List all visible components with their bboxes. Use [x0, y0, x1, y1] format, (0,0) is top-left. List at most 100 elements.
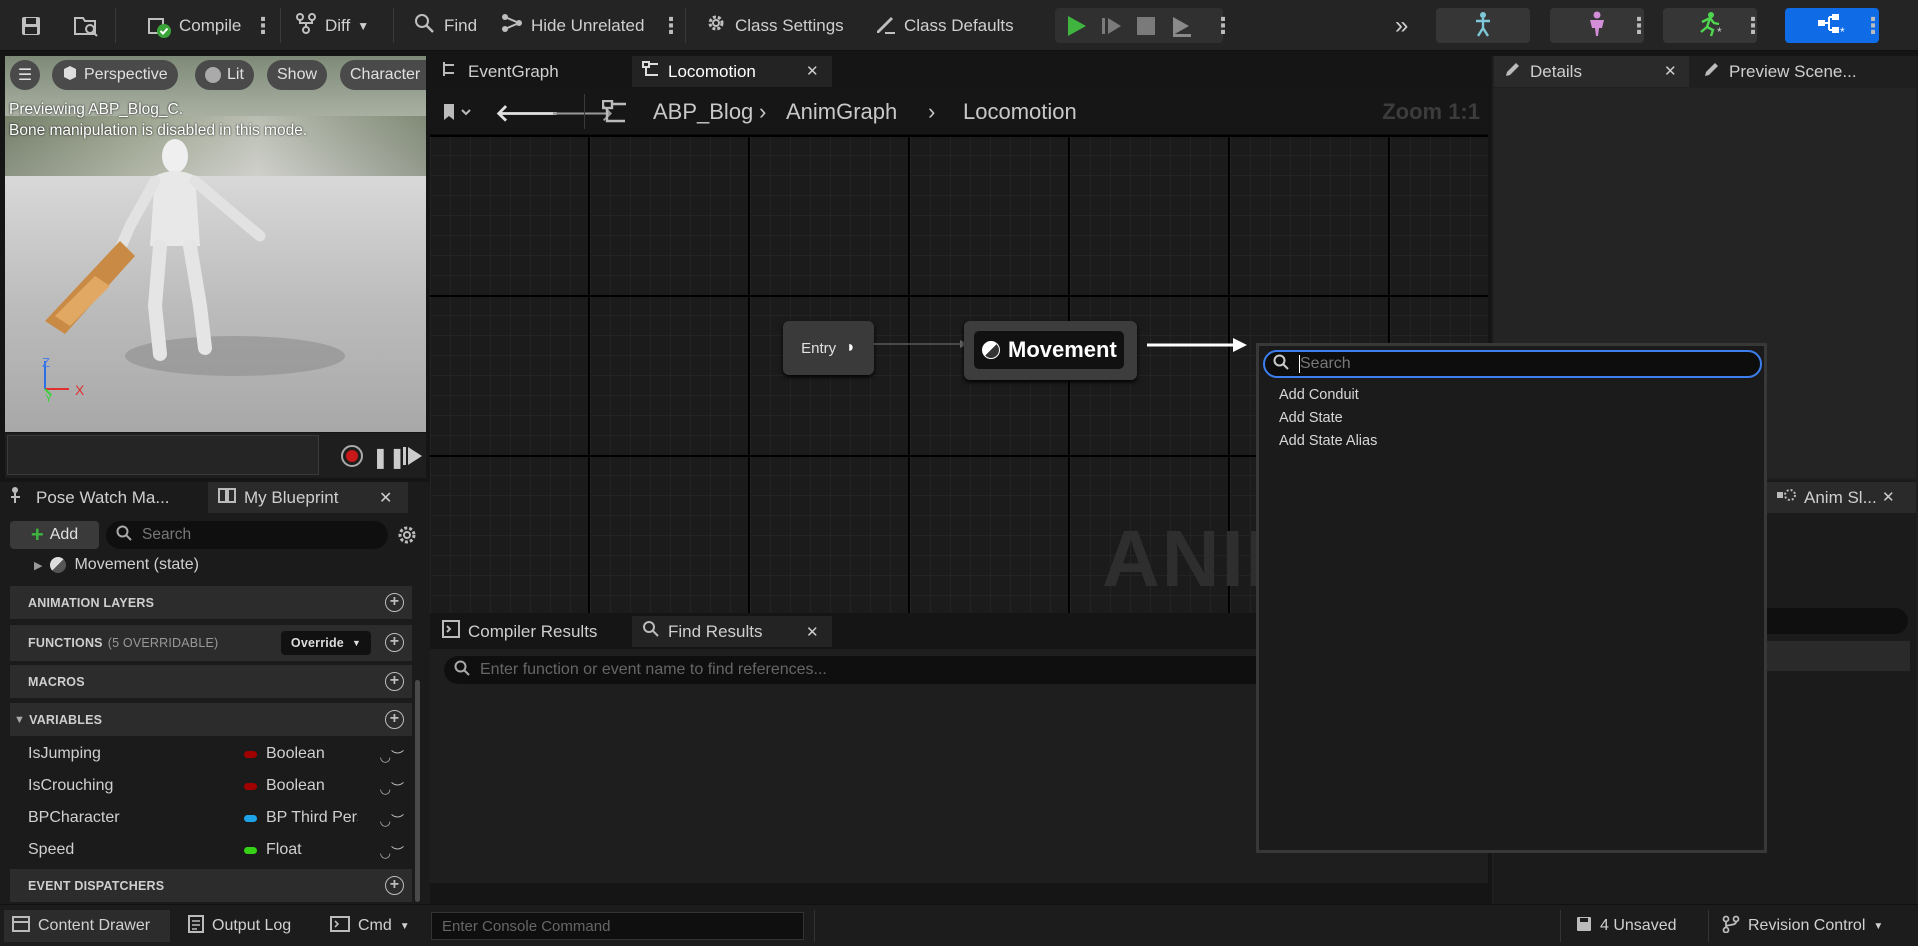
section-macros[interactable]: MACROS + [10, 665, 412, 698]
cube-icon [62, 65, 78, 86]
chevron-down-icon: ▼ [1873, 920, 1884, 932]
lit-button[interactable]: Lit [195, 60, 254, 90]
tab-find-results[interactable]: Find Results [632, 616, 832, 647]
preview-viewport[interactable]: ☰ Perspective Lit Show Character Preview… [5, 56, 426, 432]
add-function-icon[interactable]: + [385, 633, 404, 652]
show-button[interactable]: Show [267, 60, 328, 90]
close-icon[interactable]: ✕ [806, 623, 819, 641]
anim-slot-search-input[interactable] [1752, 608, 1908, 634]
entry-label: Entry [801, 339, 837, 357]
add-macro-icon[interactable]: + [385, 672, 404, 691]
output-log-button[interactable]: Output Log [180, 910, 312, 942]
hide-unrelated-label: Hide Unrelated [531, 15, 645, 35]
content-drawer-button[interactable]: Content Drawer [4, 910, 170, 942]
step-icon[interactable] [1101, 0, 1123, 51]
close-icon[interactable]: ✕ [379, 488, 392, 508]
tab-event-graph[interactable]: EventGraph [432, 56, 632, 87]
browse-icon[interactable] [73, 0, 99, 51]
tab-details[interactable]: Details [1494, 56, 1689, 87]
compile-label: Compile [179, 15, 242, 35]
override-dropdown[interactable]: Override ▼ [281, 631, 371, 655]
blueprint-options-icon[interactable]: ⋮ [1862, 0, 1884, 51]
breadcrumb-root[interactable]: ABP_Blog [653, 99, 753, 125]
bookmark-icon[interactable] [442, 102, 472, 126]
class-defaults-button[interactable]: Class Defaults [873, 0, 1014, 51]
add-event-dispatcher-icon[interactable]: + [385, 876, 404, 895]
section-animation-layers[interactable]: ANIMATION LAYERS + [10, 586, 412, 619]
compile-options-icon[interactable]: ⋮ [252, 0, 274, 51]
tab-preview-scene-label: Preview Scene... [1729, 61, 1857, 81]
blueprint-search-input[interactable]: Search [106, 521, 388, 549]
step-forward-icon[interactable] [403, 445, 423, 471]
chevron-down-icon: ▼ [399, 920, 410, 932]
gear-icon[interactable] [396, 524, 418, 550]
cmd-dropdown[interactable]: Cmd ▼ [322, 910, 422, 942]
menu-item-add-conduit[interactable]: Add Conduit [1279, 387, 1359, 403]
context-search-input[interactable]: Search [1263, 350, 1762, 378]
variable-row[interactable]: BPCharacter BP Third Person Character ◡︶ [10, 802, 412, 834]
variable-row[interactable]: IsJumping Boolean ◡︶ [10, 738, 412, 770]
perspective-button[interactable]: Perspective [52, 60, 178, 90]
chevron-down-icon: ▼ [351, 638, 362, 648]
close-icon[interactable]: ✕ [1882, 488, 1895, 506]
output-log-label: Output Log [212, 917, 292, 934]
console-input[interactable]: Enter Console Command [431, 912, 804, 940]
add-button[interactable]: + Add [10, 521, 99, 549]
tab-preview-scene[interactable]: Preview Scene... [1693, 56, 1913, 87]
exec-pin-icon[interactable]: ◗ [846, 339, 856, 357]
compile-button[interactable]: Compile [146, 0, 241, 51]
compiler-results-icon [442, 620, 460, 643]
chevron-down-icon: ▼ [14, 713, 26, 726]
section-variables[interactable]: ▼ VARIABLES + [10, 703, 412, 736]
close-icon[interactable]: ✕ [806, 62, 819, 80]
diff-button[interactable]: Diff ▼ [294, 0, 369, 51]
play-options-icon[interactable]: ⋮ [1212, 0, 1234, 51]
viewport-menu-button[interactable]: ☰ [10, 60, 40, 90]
save-icon[interactable] [20, 0, 42, 51]
mesh-options-icon[interactable]: ⋮ [1628, 0, 1650, 51]
unsaved-button[interactable]: 4 Unsaved [1576, 910, 1677, 942]
breadcrumb-anim-graph[interactable]: AnimGraph [786, 99, 897, 125]
tree-item-movement-state[interactable]: ▶ Movement (state) [34, 556, 199, 574]
close-icon[interactable]: ✕ [1664, 62, 1677, 80]
unsaved-label: 4 Unsaved [1600, 917, 1677, 934]
eye-closed-icon[interactable]: ◡︶ [380, 778, 404, 797]
find-button[interactable]: Find [413, 0, 477, 51]
menu-item-add-state-alias[interactable]: Add State Alias [1279, 433, 1377, 449]
find-references-placeholder: Enter function or event name to find ref… [480, 661, 827, 678]
entry-node[interactable]: Entry ◗ [783, 321, 874, 375]
timeline-field[interactable] [7, 435, 319, 475]
section-event-dispatchers[interactable]: EVENT DISPATCHERS + [10, 869, 412, 902]
eye-closed-icon[interactable]: ◡︶ [380, 810, 404, 829]
animation-options-icon[interactable]: ⋮ [1742, 0, 1764, 51]
find-label: Find [444, 15, 478, 35]
variable-row[interactable]: Speed Float ◡︶ [10, 834, 412, 866]
tab-locomotion[interactable]: Locomotion [632, 56, 832, 87]
add-variable-icon[interactable]: + [385, 710, 404, 729]
class-settings-button[interactable]: Class Settings [704, 0, 844, 51]
scrollbar[interactable] [415, 680, 420, 902]
tab-compiler-results[interactable]: Compiler Results [432, 616, 632, 647]
tab-my-blueprint[interactable]: My Blueprint [208, 482, 408, 513]
stop-icon[interactable] [1137, 0, 1155, 51]
hide-unrelated-options-icon[interactable]: ⋮ [660, 0, 682, 51]
tab-pose-watch[interactable]: Pose Watch Ma... [0, 482, 208, 513]
zoom-level: Zoom 1:1 [1382, 99, 1480, 124]
section-functions[interactable]: FUNCTIONS (5 OVERRIDABLE) Override ▼ + [10, 625, 412, 661]
expand-icon[interactable]: » [1395, 0, 1408, 51]
revision-control-button[interactable]: Revision Control ▼ [1722, 910, 1883, 942]
character-button[interactable]: Character [340, 60, 426, 90]
record-icon[interactable] [341, 445, 363, 467]
pause-icon[interactable]: ❚❚ [372, 445, 406, 470]
skeleton-mode-button[interactable] [1436, 8, 1530, 43]
play-icon[interactable] [1064, 0, 1088, 51]
menu-item-add-state[interactable]: Add State [1279, 410, 1343, 426]
eye-closed-icon[interactable]: ◡︶ [380, 842, 404, 861]
variable-row[interactable]: IsCrouching Boolean ◡︶ [10, 770, 412, 802]
add-animation-layer-icon[interactable]: + [385, 593, 404, 612]
eject-icon[interactable] [1170, 0, 1194, 51]
movement-state-node[interactable]: Movement [964, 321, 1137, 380]
eye-closed-icon[interactable]: ◡︶ [380, 746, 404, 765]
hide-unrelated-button[interactable]: Hide Unrelated [500, 0, 644, 51]
variable-type: Float [266, 841, 302, 858]
